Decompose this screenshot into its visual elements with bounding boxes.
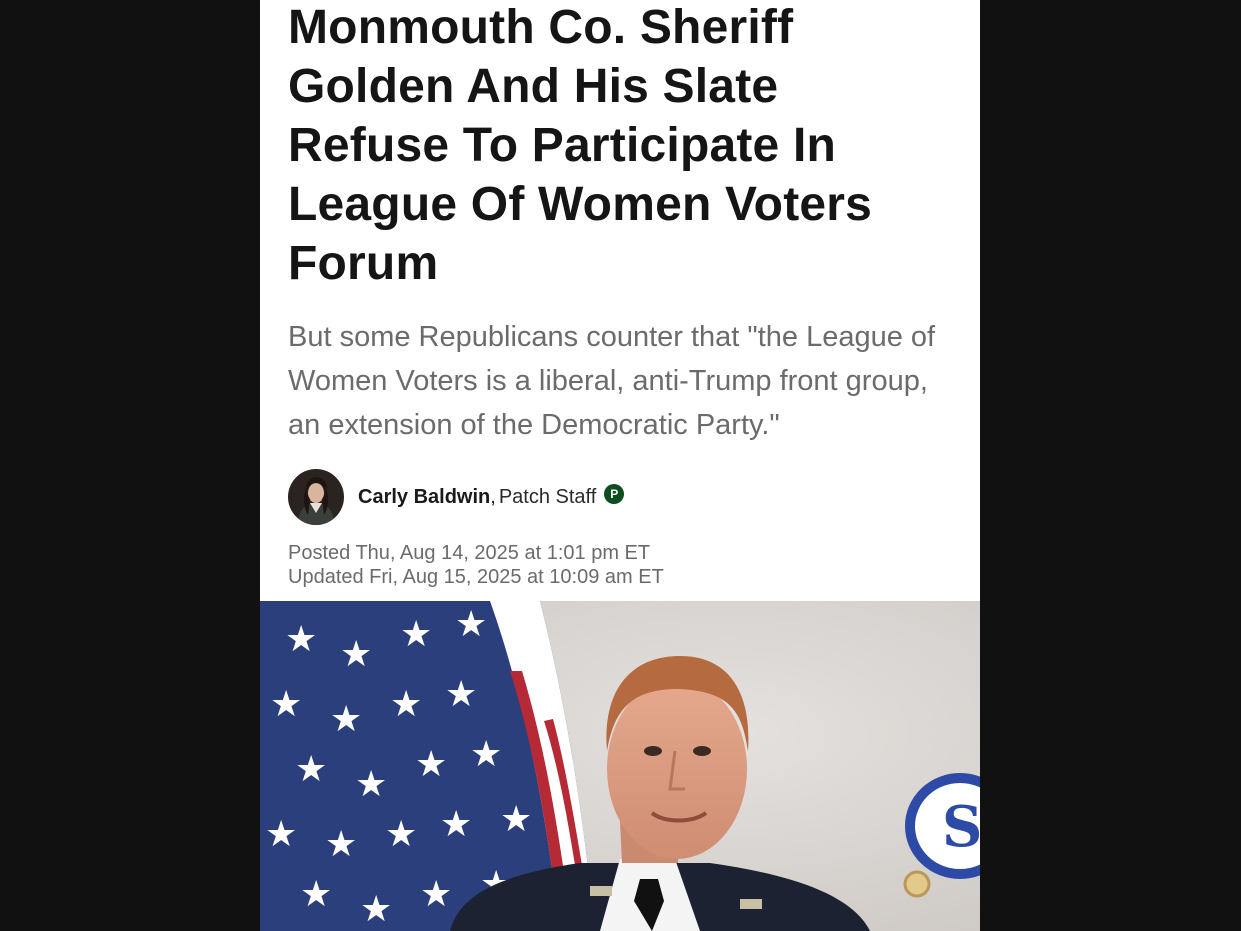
byline: Carly Baldwin , Patch Staff P [288,469,952,525]
svg-text:★: ★ [390,684,422,725]
article-page: Monmouth Co. Sheriff Golden And His Slat… [260,0,980,931]
posted-date: Posted Thu, Aug 14, 2025 at 1:01 pm ET [288,542,651,564]
author-separator: , [490,485,496,508]
patch-staff-badge-icon: P [604,484,625,504]
article-headline: Monmouth Co. Sheriff Golden And His Slat… [288,1,873,290]
svg-text:★: ★ [330,699,362,740]
article-header: Monmouth Co. Sheriff Golden And His Slat… [260,0,980,645]
svg-text:★: ★ [340,634,372,675]
sheriff-photo: ★ ★ ★ ★ ★ ★ ★ ★ ★ ★ ★ ★ ★ ★ ★ ★ ★ ★ ★ ★ [260,601,980,931]
author-avatar[interactable] [288,469,344,525]
svg-text:★: ★ [400,614,432,655]
updated-date: Updated Fri, Aug 15, 2025 at 10:09 am ET [288,566,664,588]
svg-text:★: ★ [505,624,537,665]
svg-text:★: ★ [360,889,392,930]
svg-text:★: ★ [385,814,417,855]
svg-text:★: ★ [500,799,532,840]
svg-text:★: ★ [420,874,452,915]
author-role: Patch Staff [498,485,597,508]
article-subheadline: But some Republicans counter that "the L… [288,321,936,441]
svg-text:★: ★ [265,814,297,855]
svg-text:★: ★ [440,804,472,845]
author-info: Carly Baldwin , Patch Staff P [358,484,625,509]
svg-text:★: ★ [325,824,357,865]
svg-text:★: ★ [415,744,447,785]
author-avatar-image [288,469,344,525]
svg-text:S: S [942,794,980,860]
article-dates: Posted Thu, Aug 14, 2025 at 1:01 pm ET U… [288,541,952,589]
svg-text:★: ★ [295,749,327,790]
svg-text:★: ★ [445,674,477,715]
svg-text:★: ★ [455,604,487,645]
svg-text:★: ★ [270,684,302,725]
author-name[interactable]: Carly Baldwin [358,486,490,509]
svg-text:★: ★ [470,734,502,775]
hero-image[interactable]: ★ ★ ★ ★ ★ ★ ★ ★ ★ ★ ★ ★ ★ ★ ★ ★ ★ ★ ★ ★ [260,601,980,931]
svg-text:★: ★ [285,619,317,660]
svg-text:★: ★ [300,874,332,915]
svg-text:★: ★ [355,764,387,805]
